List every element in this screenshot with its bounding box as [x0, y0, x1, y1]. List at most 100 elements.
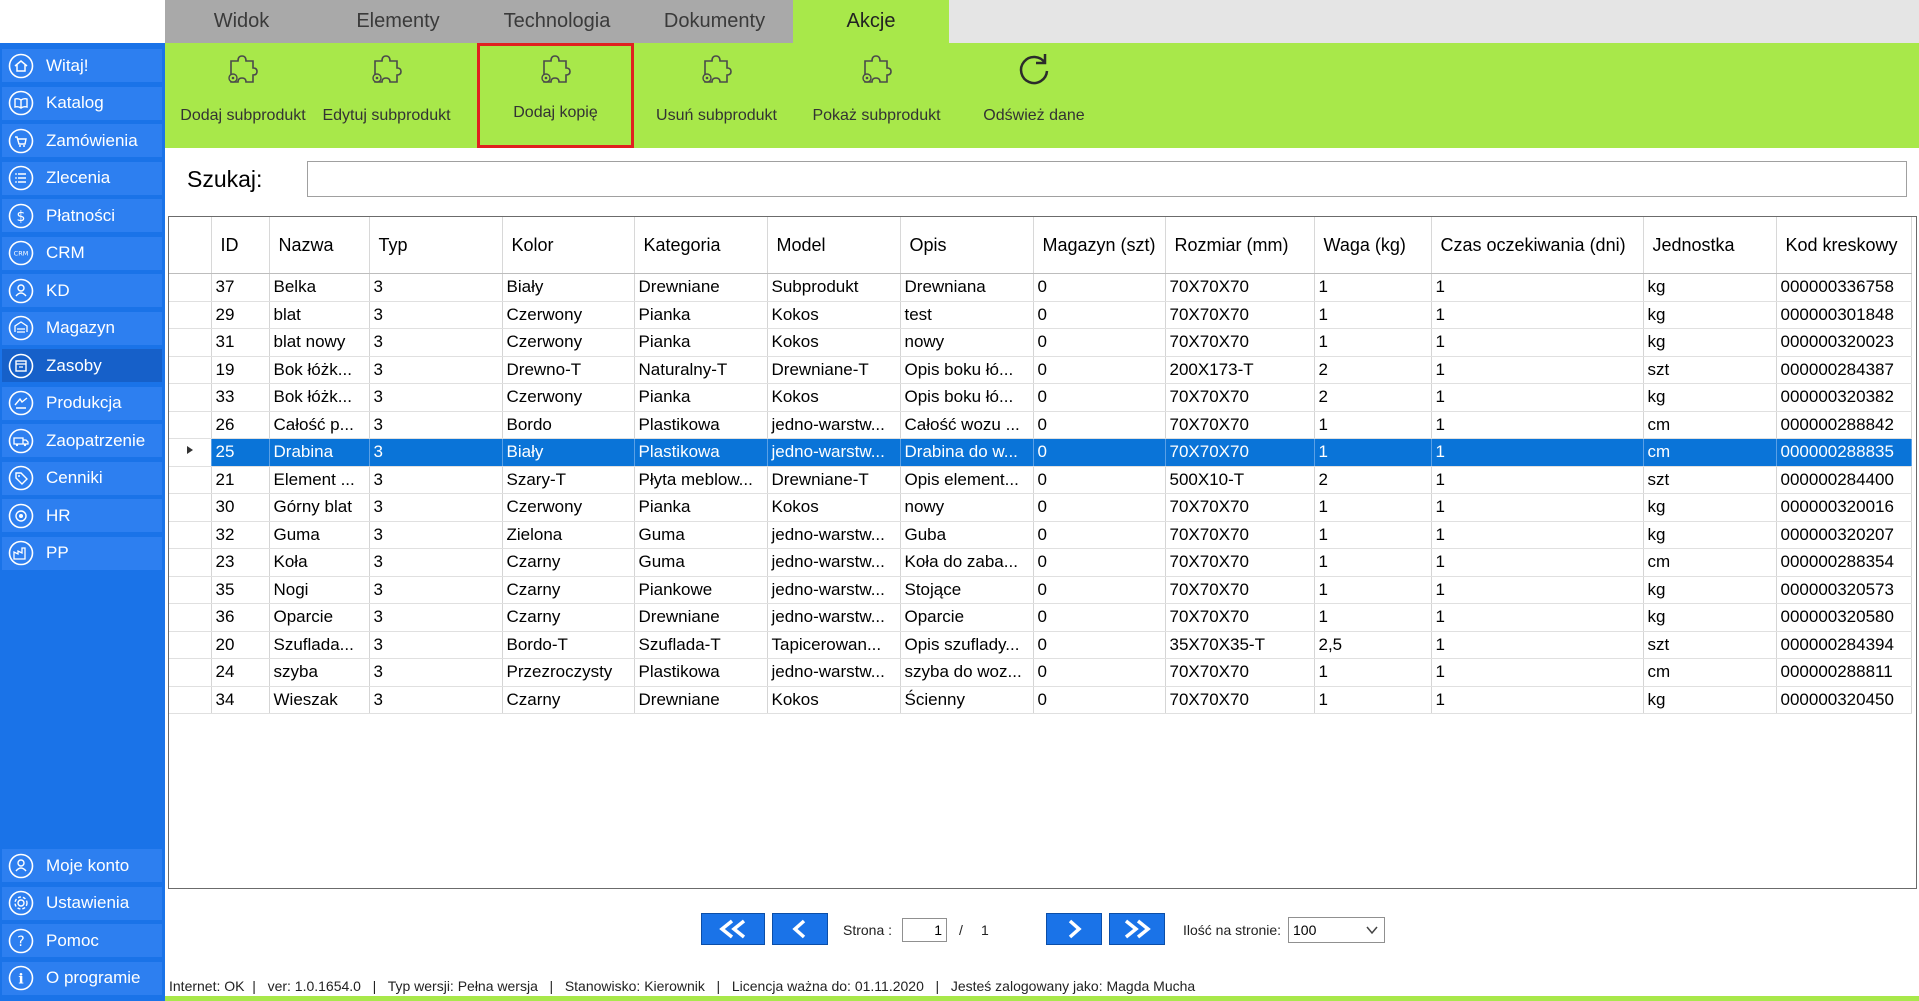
row-header[interactable] [169, 328, 212, 357]
column-header[interactable]: Jednostka [1643, 217, 1777, 274]
row-header[interactable] [169, 273, 212, 302]
table-row[interactable]: 32 Guma 3 Zielona Guma jedno-warstw... Guba 0 70… [169, 521, 1912, 549]
row-header[interactable] [169, 438, 212, 467]
sidebar-item-o-programie[interactable]: i O programie [2, 961, 162, 995]
sidebar-item-zlecenia[interactable]: Zlecenia [2, 161, 162, 195]
column-header[interactable]: Typ [369, 217, 503, 274]
column-header[interactable]: Kategoria [634, 217, 768, 274]
column-header[interactable]: ID [211, 217, 270, 274]
sidebar-item-kd[interactable]: KD [2, 274, 162, 307]
column-header[interactable]: Magazyn (szt) [1033, 217, 1166, 274]
sidebar-item-pp[interactable]: PP [2, 536, 162, 570]
sidebar-item-crm[interactable]: CRM CRM [2, 236, 162, 270]
table-row[interactable]: 34 Wieszak 3 Czarny Drewniane Kokos Ścienny 0 70… [169, 686, 1912, 714]
sidebar-item-produkcja[interactable]: Produkcja [2, 386, 162, 420]
sidebar-item-cenniki[interactable]: Cenniki [2, 461, 162, 495]
sidebar-item-pomoc[interactable]: ? Pomoc [2, 924, 162, 957]
row-header[interactable] [169, 383, 212, 412]
table-cell: test [900, 301, 1034, 329]
column-header[interactable]: Model [767, 217, 901, 274]
row-header[interactable] [169, 576, 212, 604]
last-page-button[interactable] [1109, 913, 1165, 945]
table-row[interactable]: 33 Bok łóżk... 3 Czerwony Pianka Kokos Opis bo… [169, 383, 1912, 412]
table-cell: Plastikowa [634, 658, 768, 687]
sidebar-item-zaopatrzenie[interactable]: Zaopatrzenie [2, 424, 162, 457]
sidebar-item-zamówienia[interactable]: Zamówienia [2, 124, 162, 157]
table-cell: Kokos [767, 328, 901, 357]
per-page-select[interactable]: 100 [1288, 917, 1385, 943]
table-cell: kg [1643, 273, 1777, 302]
sidebar-item-witaj[interactable]: Witaj! [2, 49, 162, 82]
next-page-button[interactable] [1046, 913, 1102, 945]
sidebar-item-magazyn[interactable]: Magazyn [2, 311, 162, 345]
tab-technologia[interactable]: Technologia [478, 0, 636, 43]
table-row[interactable]: 26 Całość p... 3 Bordo Plastikowa jedno-warst… [169, 411, 1912, 439]
row-header[interactable] [169, 631, 212, 659]
table-row[interactable]: 29 blat 3 Czerwony Pianka Kokos test 0 70X70X70 1… [169, 301, 1912, 329]
table-cell: szt [1643, 631, 1777, 659]
row-header[interactable] [169, 686, 212, 714]
column-header[interactable]: Nazwa [269, 217, 370, 274]
row-header[interactable] [169, 356, 212, 384]
ribbon-button-5[interactable]: Pokaż subprodukt [798, 43, 955, 148]
tab-akcje[interactable]: Akcje [793, 0, 949, 43]
table-cell: 000000320580 [1776, 603, 1912, 632]
row-header[interactable] [169, 411, 212, 439]
column-header[interactable]: Kolor [502, 217, 635, 274]
column-header[interactable]: Rozmiar (mm) [1165, 217, 1315, 274]
tab-elementy[interactable]: Elementy [318, 0, 478, 43]
table-cell: 0 [1033, 631, 1166, 659]
sidebar-item-zasoby[interactable]: Zasoby [2, 349, 162, 382]
table-row[interactable]: 30 Górny blat 3 Czerwony Pianka Kokos nowy 0 70X… [169, 493, 1912, 522]
row-header[interactable] [169, 521, 212, 549]
row-header[interactable] [169, 466, 212, 494]
row-header[interactable] [169, 603, 212, 632]
column-header[interactable]: Czas oczekiwania (dni) [1431, 217, 1644, 274]
sidebar-item-hr[interactable]: HR [2, 499, 162, 532]
search-input[interactable] [307, 161, 1907, 197]
first-page-button[interactable] [701, 913, 765, 945]
ribbon-button-1[interactable]: Dodaj subprodukt [173, 43, 313, 148]
table-row[interactable]: 36 Oparcie 3 Czarny Drewniane jedno-warstw...… [169, 603, 1912, 632]
ribbon-button-3[interactable]: Dodaj kopię [477, 43, 634, 148]
sidebar-item-ustawienia[interactable]: Ustawienia [2, 886, 162, 920]
page-number-input[interactable] [902, 918, 947, 942]
table-row[interactable]: 23 Koła 3 Czarny Guma jedno-warstw... Koła do … [169, 548, 1912, 577]
row-header[interactable] [169, 548, 212, 577]
table-row[interactable]: 20 Szuflada... 3 Bordo-T Szuflada-T Tapicerow… [169, 631, 1912, 659]
table-cell: Stojące [900, 576, 1034, 604]
row-header[interactable] [169, 301, 212, 329]
previous-page-button[interactable] [772, 913, 828, 945]
sidebar-item-płatności[interactable]: $ Płatności [2, 199, 162, 232]
sidebar-item-katalog[interactable]: Katalog [2, 86, 162, 120]
table-cell: Czerwony [502, 383, 635, 412]
column-header[interactable]: Waga (kg) [1314, 217, 1432, 274]
ribbon-button-4[interactable]: Usuń subprodukt [639, 43, 794, 148]
table-row[interactable]: 37 Belka 3 Biały Drewniane Subprodukt Drewnian… [169, 273, 1912, 302]
table-row[interactable]: 35 Nogi 3 Czarny Piankowe jedno-warstw... Stoj… [169, 576, 1912, 604]
book-icon [8, 90, 34, 116]
table-row[interactable]: 21 Element ... 3 Szary-T Płyta meblow... Drew… [169, 466, 1912, 494]
table-cell: 0 [1033, 521, 1166, 549]
table-cell: Czerwony [502, 493, 635, 522]
sidebar-item-label: Produkcja [46, 393, 122, 412]
column-header[interactable]: Opis [900, 217, 1034, 274]
table-row[interactable]: 24 szyba 3 Przezroczysty Plastikowa jedno-war… [169, 658, 1912, 687]
tab-dokumenty[interactable]: Dokumenty [636, 0, 793, 43]
column-header[interactable]: Kod kreskowy [1776, 217, 1912, 274]
chevron-right-icon [1068, 919, 1082, 939]
row-header[interactable] [169, 658, 212, 687]
row-header[interactable] [169, 493, 212, 522]
table-row[interactable]: 19 Bok łóżk... 3 Drewno-T Naturalny-T Drewnia… [169, 356, 1912, 384]
table-cell: 500X10-T [1165, 466, 1315, 494]
table-row[interactable]: 31 blat nowy 3 Czerwony Pianka Kokos nowy 0 70X7… [169, 328, 1912, 357]
ribbon-button-6[interactable]: Odśwież dane [956, 43, 1112, 148]
ribbon-button-2[interactable]: Edytuj subprodukt [314, 43, 459, 148]
tab-widok[interactable]: Widok [165, 0, 318, 43]
sidebar-item-moje-konto[interactable]: Moje konto [2, 849, 162, 882]
table-row[interactable]: 25 Drabina 3 Biały Plastikowa jedno-warstw...… [169, 438, 1912, 467]
table-cell: cm [1643, 658, 1777, 687]
dollar-icon: $ [8, 203, 34, 229]
table-cell: kg [1643, 686, 1777, 714]
svg-text:$: $ [17, 209, 26, 225]
